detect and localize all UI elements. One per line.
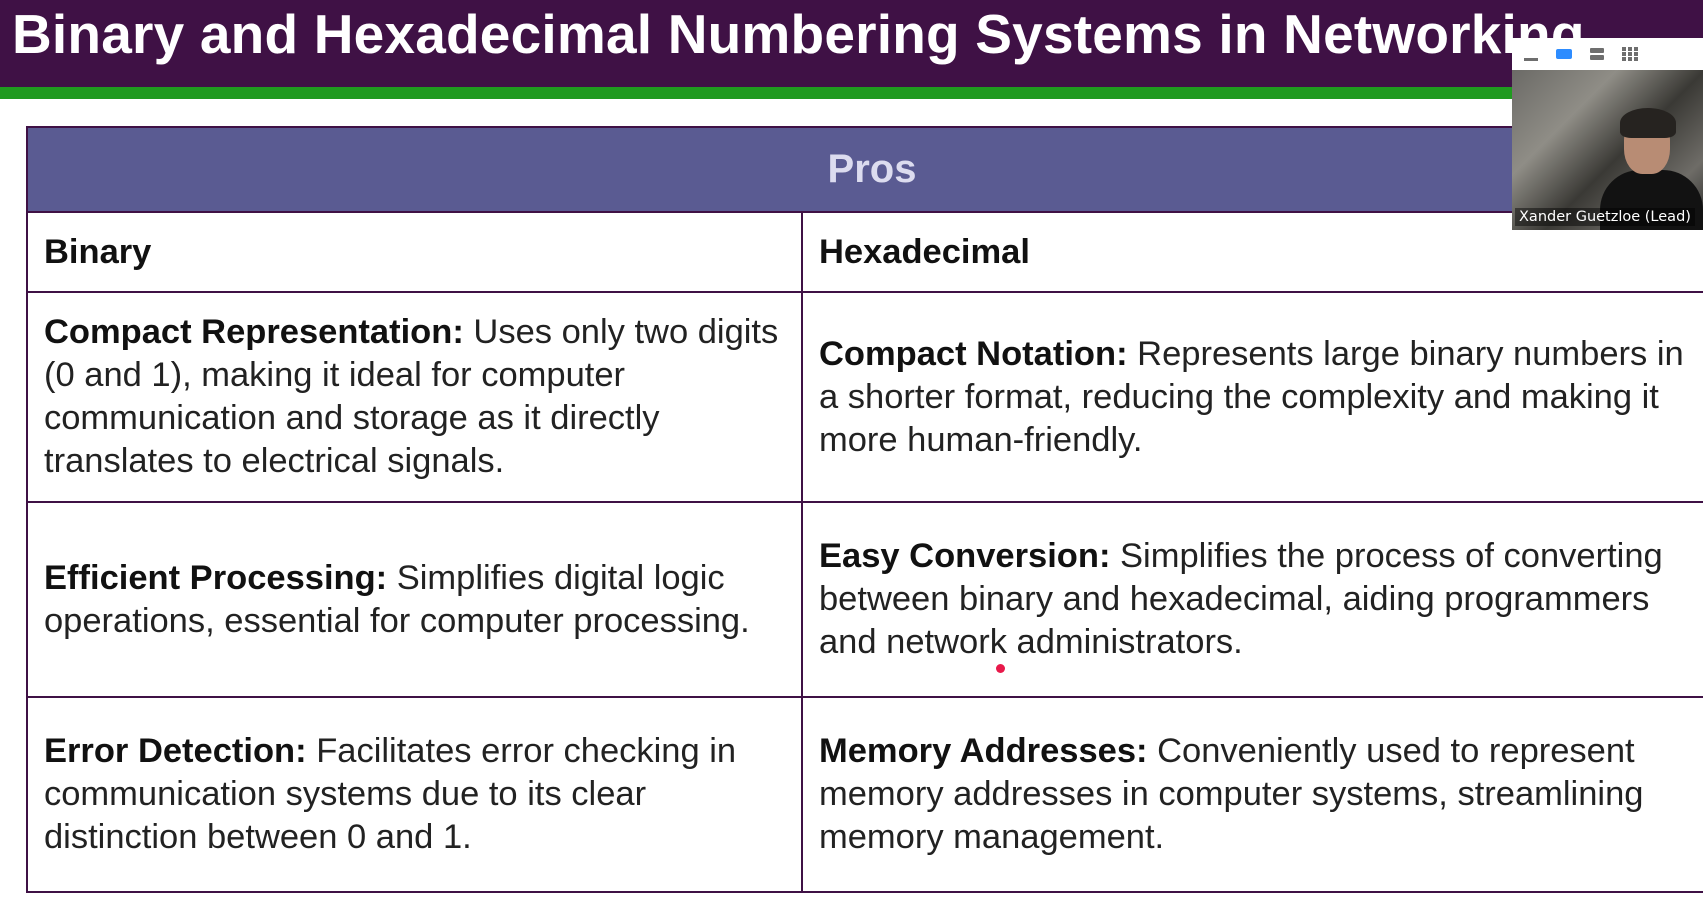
slide: Binary and Hexadecimal Numbering Systems… xyxy=(0,0,1703,911)
participant-hair xyxy=(1620,108,1676,138)
term-label: Memory Addresses: xyxy=(819,732,1148,770)
speaker-view-icon[interactable] xyxy=(1555,46,1573,62)
term-label: Efficient Processing: xyxy=(44,558,388,597)
table-row: Efficient Processing: Simplifies digital… xyxy=(26,501,1703,698)
term-label: Easy Conversion: xyxy=(819,537,1111,575)
pros-table: Pros Binary Hexadecimal Compact Represen… xyxy=(26,126,1703,893)
hex-cell: Memory Addresses: Conveniently used to r… xyxy=(801,696,1703,893)
term-label: Compact Notation: xyxy=(819,334,1128,373)
slide-title: Binary and Hexadecimal Numbering Systems… xyxy=(12,3,1585,65)
pointer-dot xyxy=(996,664,1005,673)
title-bar: Binary and Hexadecimal Numbering Systems… xyxy=(0,0,1703,87)
table-row: Error Detection: Facilitates error check… xyxy=(26,696,1703,893)
participant-name-label: Xander Guetzloe (Lead) xyxy=(1515,208,1695,226)
binary-cell: Error Detection: Facilitates error check… xyxy=(26,696,803,893)
hex-cell: Easy Conversion: Simplifies the process … xyxy=(801,501,1703,698)
term-label: Error Detection: xyxy=(44,732,307,770)
table-header-pros: Pros xyxy=(26,126,1703,213)
grid-view-icon[interactable] xyxy=(1621,46,1639,62)
binary-cell: Compact Representation: Uses only two di… xyxy=(26,291,803,503)
accent-stripe xyxy=(0,87,1703,99)
hex-cell: Compact Notation: Represents large binar… xyxy=(801,291,1703,503)
column-header-binary: Binary xyxy=(26,211,803,293)
minimize-icon[interactable] xyxy=(1522,46,1540,62)
table-row: Compact Representation: Uses only two di… xyxy=(26,291,1703,503)
binary-cell: Efficient Processing: Simplifies digital… xyxy=(26,501,803,698)
participant-video-tile[interactable]: Xander Guetzloe (Lead) xyxy=(1512,38,1703,230)
video-controls-bar xyxy=(1512,38,1703,70)
term-label: Compact Representation: xyxy=(44,313,464,351)
list-view-icon[interactable] xyxy=(1588,46,1606,62)
